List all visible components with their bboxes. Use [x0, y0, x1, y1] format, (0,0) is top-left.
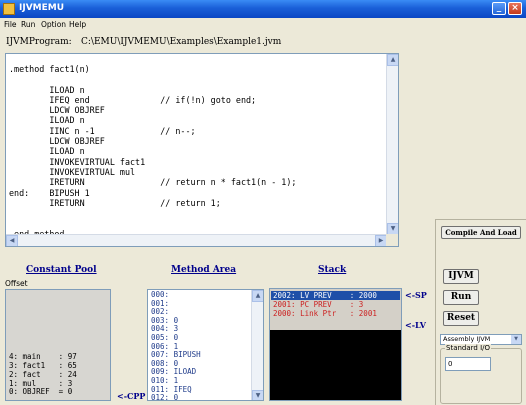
stack-row: 2002: LV PREV : 2000 — [271, 291, 400, 300]
cpp-pointer: <-CPP — [117, 391, 146, 401]
chevron-down-icon[interactable]: ▼ — [511, 335, 521, 344]
lv-pointer: <-LV — [405, 320, 426, 330]
standard-io-label: Standard I/O — [445, 344, 492, 352]
method-area-scrollbar[interactable]: ▲ ▼ — [251, 290, 263, 400]
stack-row: 2001: PC PREV : 3 — [273, 300, 364, 309]
method-scroll-up-icon[interactable]: ▲ — [252, 290, 263, 302]
program-label: IJVMProgram: — [6, 37, 72, 47]
reset-button[interactable]: Reset — [443, 311, 479, 326]
stack-heading: Stack — [318, 265, 347, 275]
standard-io-input[interactable]: 0 — [445, 357, 491, 371]
menu-file[interactable]: File — [4, 20, 17, 29]
menu-bar: File Run Option Help — [0, 18, 526, 31]
window-title: IJVMEMU — [19, 3, 65, 13]
scroll-up-icon[interactable]: ▲ — [387, 54, 398, 66]
constant-pool-list: 4: main : 97 3: fact1 : 65 2: fact : 24 … — [9, 352, 77, 397]
method-scroll-down-icon[interactable]: ▼ — [252, 390, 263, 400]
code-text[interactable]: .method fact1(n) ILOAD n IFEQ end // if(… — [9, 64, 296, 239]
menu-run[interactable]: Run — [21, 20, 35, 29]
minimize-button[interactable]: _ — [492, 2, 506, 15]
stack-row: 2000: Link Ptr : 2001 — [273, 309, 377, 318]
offset-label: Offset — [5, 279, 28, 288]
sp-pointer: <-SP — [405, 290, 427, 300]
menu-option[interactable]: Option — [41, 20, 66, 29]
method-area-list: 000: 001: 002: 003: 0 004: 3 005: 0 006:… — [151, 290, 201, 401]
stack-panel: 2002: LV PREV : 2000 2001: PC PREV : 3 2… — [269, 288, 402, 401]
compile-and-load-button[interactable]: Compile And Load — [441, 226, 521, 239]
editor-horizontal-scrollbar[interactable]: ◀ ▶ — [6, 234, 387, 246]
scroll-corner — [386, 234, 398, 246]
mode-select-value: Assembly IJVM — [443, 335, 491, 343]
editor-vertical-scrollbar[interactable]: ▲ ▼ — [386, 54, 398, 235]
ijvm-button[interactable]: IJVM — [443, 269, 479, 284]
scroll-left-icon[interactable]: ◀ — [6, 235, 18, 246]
constant-pool-panel: 4: main : 97 3: fact1 : 65 2: fact : 24 … — [5, 289, 111, 401]
title-bar: IJVMEMU _ × — [0, 0, 526, 18]
program-path: C:\EMU\IJVMEMU\Examples\Example1.jvm — [81, 37, 282, 47]
menu-help[interactable]: Help — [69, 20, 86, 29]
constant-pool-heading: Constant Pool — [26, 265, 97, 275]
code-editor[interactable]: .method fact1(n) ILOAD n IFEQ end // if(… — [5, 53, 399, 247]
close-button[interactable]: × — [508, 2, 522, 15]
app-icon — [3, 3, 15, 15]
standard-io-group: Standard I/O 0 — [440, 344, 522, 404]
control-panel: Compile And Load IJVM Run Reset Assembly… — [435, 219, 526, 405]
run-button[interactable]: Run — [443, 290, 479, 305]
method-area-panel[interactable]: 000: 001: 002: 003: 0 004: 3 005: 0 006:… — [147, 289, 264, 401]
method-area-heading: Method Area — [171, 265, 237, 275]
